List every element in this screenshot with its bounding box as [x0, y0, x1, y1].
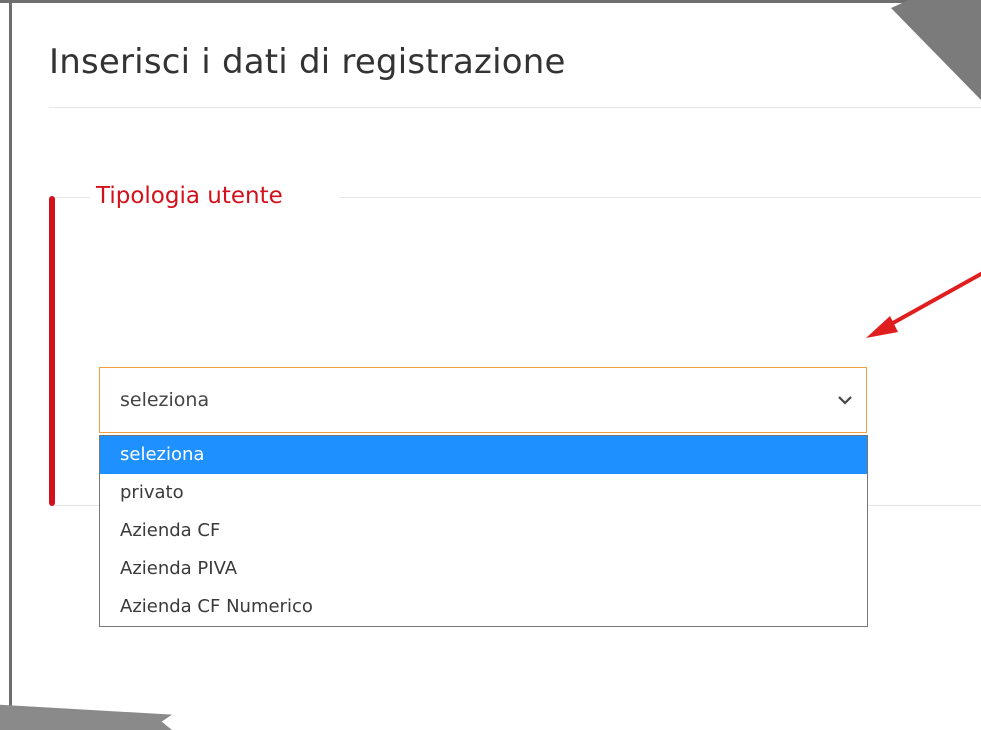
user-type-dropdown-list: seleziona privato Azienda CF Azienda PIV…	[99, 435, 868, 627]
fieldset-border-right	[340, 197, 981, 198]
red-arrow-icon	[866, 272, 981, 338]
screenshot-frame-top	[0, 0, 930, 3]
select-current-value: seleziona	[120, 389, 210, 411]
corner-decoration	[891, 0, 981, 100]
chevron-down-icon	[838, 396, 852, 405]
option-azienda-cf-numerico[interactable]: Azienda CF Numerico	[100, 588, 867, 626]
screenshot-frame-left	[9, 0, 12, 730]
section-legend-user-type: Tipologia utente	[96, 183, 283, 209]
option-seleziona[interactable]: seleziona	[100, 436, 867, 474]
option-azienda-cf[interactable]: Azienda CF	[100, 512, 867, 550]
user-type-select[interactable]: seleziona	[99, 367, 867, 433]
section-accent-bar	[49, 196, 55, 506]
fieldset-border-left	[55, 197, 90, 198]
page-title: Inserisci i dati di registrazione	[49, 42, 566, 82]
option-privato[interactable]: privato	[100, 474, 867, 512]
title-divider	[49, 107, 981, 108]
option-azienda-piva[interactable]: Azienda PIVA	[100, 550, 867, 588]
bottom-decoration	[0, 704, 172, 730]
